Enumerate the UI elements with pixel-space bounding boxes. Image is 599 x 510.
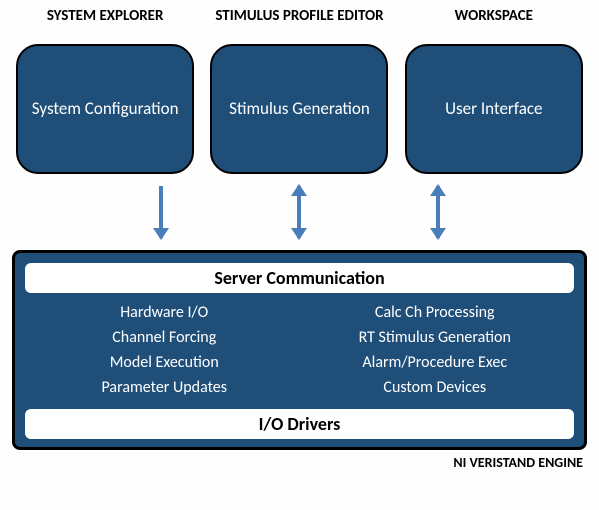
- feature-item: Alarm/Procedure Exec: [308, 353, 563, 372]
- top-row: SYSTEM EXPLORER System Configuration STI…: [0, 0, 599, 174]
- engine-box: Server Communication Hardware I/O Channe…: [12, 250, 587, 450]
- feature-col-left: Hardware I/O Channel Forcing Model Execu…: [37, 303, 292, 397]
- band-server-communication: Server Communication: [25, 263, 574, 293]
- heading-system-explorer: SYSTEM EXPLORER: [47, 8, 164, 44]
- col-stimulus-profile: STIMULUS PROFILE EDITOR Stimulus Generat…: [206, 8, 392, 174]
- feature-item: RT Stimulus Generation: [308, 328, 563, 347]
- col-system-explorer: SYSTEM EXPLORER System Configuration: [12, 8, 198, 174]
- arrow-down-icon: [159, 186, 163, 238]
- heading-stimulus-profile: STIMULUS PROFILE EDITOR: [215, 8, 383, 44]
- band-io-drivers: I/O Drivers: [25, 409, 574, 439]
- arrow-bidirectional-icon: [436, 186, 440, 238]
- box-system-configuration: System Configuration: [16, 44, 194, 174]
- feature-item: Hardware I/O: [37, 303, 292, 322]
- arrow-row: [0, 180, 599, 244]
- feature-item: Parameter Updates: [37, 378, 292, 397]
- engine-caption: NI VERISTAND ENGINE: [0, 450, 599, 471]
- feature-item: Channel Forcing: [37, 328, 292, 347]
- feature-item: Custom Devices: [308, 378, 563, 397]
- box-user-interface: User Interface: [405, 44, 583, 174]
- feature-item: Model Execution: [37, 353, 292, 372]
- col-workspace: WORKSPACE User Interface: [401, 8, 587, 174]
- box-stimulus-generation: Stimulus Generation: [210, 44, 388, 174]
- feature-col-right: Calc Ch Processing RT Stimulus Generatio…: [308, 303, 563, 397]
- heading-workspace: WORKSPACE: [455, 8, 533, 44]
- feature-grid: Hardware I/O Channel Forcing Model Execu…: [23, 293, 576, 409]
- arrow-bidirectional-icon: [297, 186, 301, 238]
- feature-item: Calc Ch Processing: [308, 303, 563, 322]
